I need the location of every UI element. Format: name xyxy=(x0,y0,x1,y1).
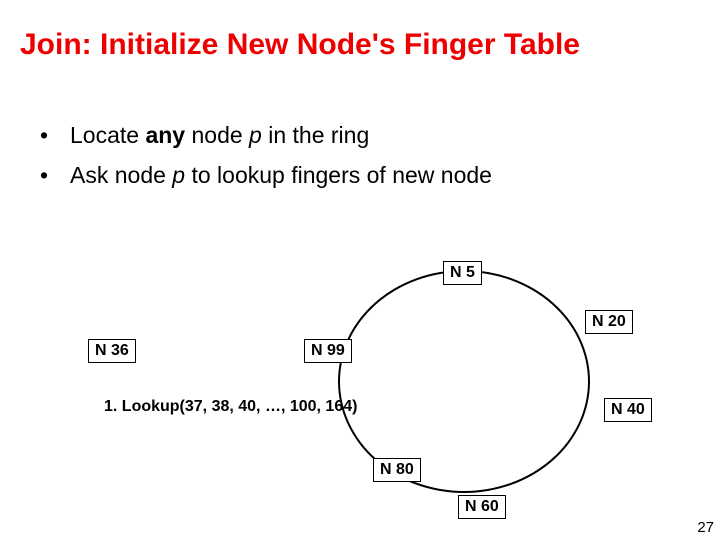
bullet-1-text-b: node xyxy=(185,122,249,148)
node-n36: N 36 xyxy=(88,339,136,363)
bullet-2-text-a: Ask node xyxy=(70,162,172,188)
bullet-1: • Locate any node p in the ring xyxy=(40,115,492,155)
bullet-list: • Locate any node p in the ring • Ask no… xyxy=(40,115,492,195)
slide-title: Join: Initialize New Node's Finger Table xyxy=(20,28,580,62)
node-n80: N 80 xyxy=(373,458,421,482)
bullet-2: • Ask node p to lookup fingers of new no… xyxy=(40,155,492,195)
bullet-1-text-c: in the ring xyxy=(262,122,369,148)
node-n5: N 5 xyxy=(443,261,482,285)
bullet-2-text-b: to lookup fingers of new node xyxy=(185,162,492,188)
lookup-step-note: 1. Lookup(37, 38, 40, …, 100, 164) xyxy=(104,398,357,416)
bullet-1-text-a: Locate xyxy=(70,122,145,148)
node-n60: N 60 xyxy=(458,495,506,519)
bullet-1-bold: any xyxy=(145,122,185,148)
node-n40: N 40 xyxy=(604,398,652,422)
page-number: 27 xyxy=(697,519,714,536)
bullet-1-italic: p xyxy=(249,122,262,148)
bullet-dot-icon: • xyxy=(40,115,70,155)
bullet-dot-icon: • xyxy=(40,155,70,195)
bullet-2-italic: p xyxy=(172,162,185,188)
node-n20: N 20 xyxy=(585,310,633,334)
node-n99: N 99 xyxy=(304,339,352,363)
